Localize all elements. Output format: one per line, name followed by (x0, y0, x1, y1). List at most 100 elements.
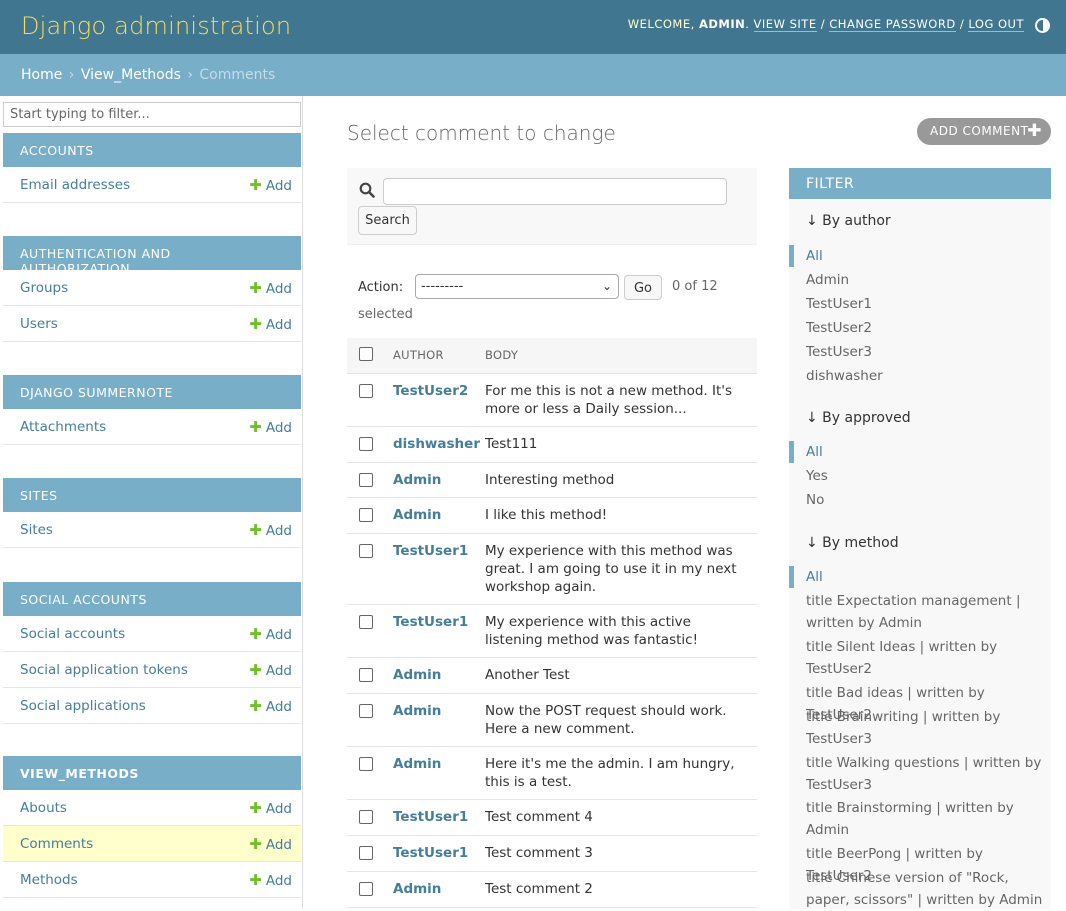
author-link[interactable]: TestUser2 (393, 383, 485, 399)
search-button[interactable]: Search (358, 206, 417, 235)
result-table: AUTHOR BODY TestUser2 For me this is not … (347, 338, 757, 908)
logout-link[interactable]: LOG OUT (968, 17, 1024, 32)
add-link[interactable]: ✚ Add (249, 418, 292, 436)
plus-icon: ✚ (249, 279, 262, 297)
action-counter: 0 of 12 (672, 279, 718, 294)
filter-group-title: ↓ By method (806, 535, 899, 551)
add-link[interactable]: ✚ Add (249, 625, 292, 643)
module-caption[interactable]: DJANGO SUMMERNOTE (3, 375, 301, 409)
action-select[interactable]: --------- ⌄ (415, 274, 619, 299)
author-link[interactable]: Admin (393, 507, 485, 523)
author-link[interactable]: TestUser1 (393, 543, 485, 559)
model-link[interactable]: Abouts (20, 800, 67, 816)
comment-body: Interesting method (485, 471, 615, 488)
filter-option[interactable]: title Walking questions | written by Tes… (806, 752, 1044, 796)
breadcrumb-app[interactable]: View_Methods (81, 67, 181, 83)
add-link[interactable]: ✚ Add (249, 835, 292, 853)
add-link[interactable]: ✚ Add (249, 799, 292, 817)
author-link[interactable]: dishwasher (393, 436, 485, 452)
filter-option[interactable]: title Chinese version of "Rock, paper, s… (806, 867, 1044, 911)
author-link[interactable]: Admin (393, 756, 485, 772)
model-link[interactable]: Attachments (20, 419, 106, 435)
model-link[interactable]: Social accounts (20, 626, 125, 642)
module-caption[interactable]: ACCOUNTS (3, 133, 301, 167)
filter-option[interactable]: No (806, 489, 1044, 511)
module-caption[interactable]: AUTHENTICATION AND AUTHORIZATION (3, 236, 301, 276)
filter-option[interactable]: All (806, 441, 1044, 463)
breadcrumb-home[interactable]: Home (21, 67, 62, 83)
add-link[interactable]: ✚ Add (249, 697, 292, 715)
add-link[interactable]: ✚ Add (249, 871, 292, 889)
site-brand[interactable]: Django administration (21, 12, 291, 40)
author-link[interactable]: Admin (393, 667, 485, 683)
header: Django administration WELCOME, ADMIN. VI… (0, 0, 1066, 54)
model-link[interactable]: Social applications (20, 698, 146, 714)
filter-option[interactable]: All (806, 566, 1044, 588)
add-link[interactable]: ✚ Add (249, 279, 292, 297)
column-header-body[interactable]: BODY (485, 338, 757, 374)
model-link[interactable]: Methods (20, 872, 78, 888)
go-button[interactable]: Go (624, 275, 662, 300)
filter-option[interactable]: TestUser1 (806, 293, 1044, 315)
table-row: Admin I like this method! (347, 497, 757, 534)
filter-option[interactable]: All (806, 245, 1044, 267)
author-link[interactable]: TestUser1 (393, 809, 485, 825)
table-row: Admin Here it's me the admin. I am hungry… (347, 746, 757, 800)
filter-option[interactable]: title Brainwriting | written by TestUser… (806, 706, 1044, 750)
filter-option[interactable]: Yes (806, 465, 1044, 487)
select-all-checkbox[interactable] (359, 346, 373, 361)
add-comment-button[interactable]: ADD COMMENT ✚ (917, 118, 1051, 145)
column-header-author[interactable]: AUTHOR (393, 338, 485, 374)
table-row: dishwasher Test111 (347, 426, 757, 463)
table-row: Admin Another Test (347, 657, 757, 694)
module-caption[interactable]: SITES (3, 478, 301, 512)
model-link[interactable]: Sites (20, 522, 53, 538)
row-checkbox[interactable] (359, 667, 373, 682)
filter-option[interactable]: dishwasher (806, 365, 1044, 387)
model-link[interactable]: Comments (20, 836, 93, 852)
module-caption[interactable]: SOCIAL ACCOUNTS (3, 582, 301, 616)
row-checkbox[interactable] (359, 845, 373, 860)
add-link[interactable]: ✚ Add (249, 521, 292, 539)
row-checkbox[interactable] (359, 383, 373, 398)
plus-icon: ✚ (249, 799, 262, 817)
author-link[interactable]: TestUser1 (393, 845, 485, 861)
author-link[interactable]: Admin (393, 703, 485, 719)
author-link[interactable]: TestUser1 (393, 614, 485, 630)
row-checkbox[interactable] (359, 507, 373, 522)
model-link[interactable]: Groups (20, 280, 68, 296)
change-password-link[interactable]: CHANGE PASSWORD (829, 17, 956, 32)
add-link[interactable]: ✚ Add (249, 661, 292, 679)
model-link[interactable]: Social application tokens (20, 662, 188, 678)
view-site-link[interactable]: VIEW SITE (753, 17, 817, 32)
breadcrumb: Home › View_Methods › Comments (0, 54, 1066, 96)
add-link[interactable]: ✚ Add (249, 176, 292, 194)
search-input[interactable] (383, 178, 727, 205)
filter-option[interactable]: title Silent Ideas | written by TestUser… (806, 636, 1044, 680)
row-checkbox[interactable] (359, 809, 373, 824)
add-link[interactable]: ✚ Add (249, 315, 292, 333)
model-link[interactable]: Users (20, 316, 58, 332)
user-tools: WELCOME, ADMIN. VIEW SITE / CHANGE PASSW… (627, 17, 1024, 32)
plus-icon: ✚ (249, 835, 262, 853)
table-row: Admin Interesting method (347, 462, 757, 498)
row-checkbox[interactable] (359, 703, 373, 718)
nav-filter-input[interactable] (3, 102, 301, 127)
row-checkbox[interactable] (359, 881, 373, 896)
row-checkbox[interactable] (359, 472, 373, 487)
row-checkbox[interactable] (359, 756, 373, 771)
module-caption[interactable]: VIEW_METHODS (3, 756, 301, 790)
comment-body: My experience with this active listening… (485, 613, 698, 648)
row-checkbox[interactable] (359, 543, 373, 558)
author-link[interactable]: Admin (393, 881, 485, 897)
row-checkbox[interactable] (359, 436, 373, 451)
model-link[interactable]: Email addresses (20, 177, 130, 193)
theme-toggle-icon[interactable] (1035, 18, 1050, 33)
filter-option[interactable]: TestUser3 (806, 341, 1044, 363)
filter-option[interactable]: title Expectation management | written b… (806, 590, 1044, 634)
author-link[interactable]: Admin (393, 472, 485, 488)
filter-option[interactable]: title Brainstorming | written by Admin (806, 797, 1044, 841)
row-checkbox[interactable] (359, 614, 373, 629)
filter-option[interactable]: TestUser2 (806, 317, 1044, 339)
filter-option[interactable]: Admin (806, 269, 1044, 291)
